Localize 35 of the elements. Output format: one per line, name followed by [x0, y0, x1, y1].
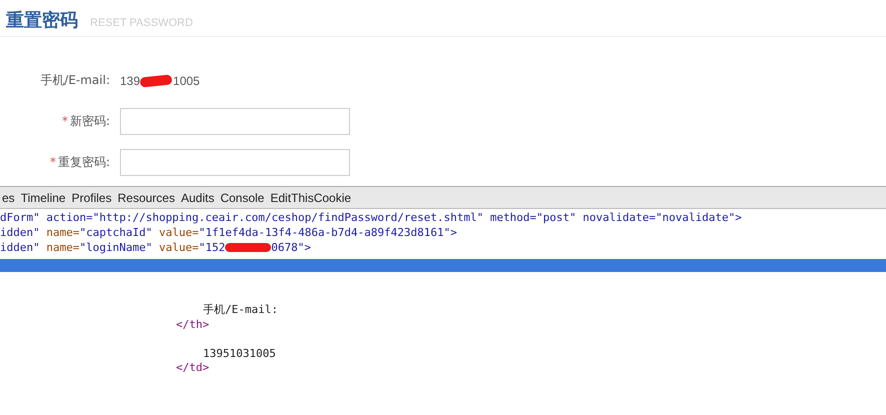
password-field[interactable] — [120, 149, 350, 176]
devtools-tab[interactable]: Audits — [176, 190, 218, 204]
dom-text: 手机/E-mail: — [203, 303, 278, 316]
code-line: dForm" action="http://shopping.ceair.com/ceshop/findPassword/reset.shtml" method="post" novalidate="novalidate"> — [0, 211, 742, 224]
field-label: * 重复密码: — [48, 154, 110, 171]
redaction-mark — [140, 74, 172, 88]
attribute-value: "1f1ef4da-13f4-486a-b7d4-a89f423d8161"> — [198, 226, 458, 239]
devtools-tab[interactable]: EditThisCookie — [266, 190, 356, 204]
devtools-tab[interactable]: es — [0, 190, 19, 204]
required-mark: * — [50, 155, 56, 169]
account-value: 139 — [120, 74, 140, 88]
code-text: idden" — [0, 241, 40, 254]
attribute-name: name= — [46, 241, 80, 254]
attribute-value: "captchaId" — [80, 226, 152, 239]
attribute-value: 0678"> — [271, 241, 311, 254]
field-label: 手机/E-mail: — [39, 72, 110, 89]
required-mark: * — [62, 114, 68, 128]
attribute-value: "loginName" — [80, 241, 152, 254]
devtools-tab[interactable]: Timeline — [16, 190, 70, 204]
dom-text: 13951031005 — [203, 346, 276, 360]
attribute-name: name= — [46, 226, 80, 239]
attribute-name: value= — [158, 226, 199, 239]
page-title: 重置密码 — [6, 9, 78, 32]
devtools-tab[interactable]: Resources — [114, 190, 179, 204]
redaction-mark — [225, 243, 272, 252]
closing-tag: </td> — [176, 361, 210, 374]
attribute-name: value= — [158, 241, 199, 254]
attribute-value: "152 — [198, 241, 226, 254]
closing-tag: </th> — [176, 318, 210, 330]
password-field[interactable] — [120, 108, 350, 135]
devtools-tab[interactable]: Console — [216, 190, 268, 204]
account-value: 1005 — [173, 74, 200, 88]
code-text: idden" — [0, 226, 40, 239]
devtools-tab[interactable]: Profiles — [68, 190, 116, 204]
field-label: * 新密码: — [60, 113, 110, 130]
